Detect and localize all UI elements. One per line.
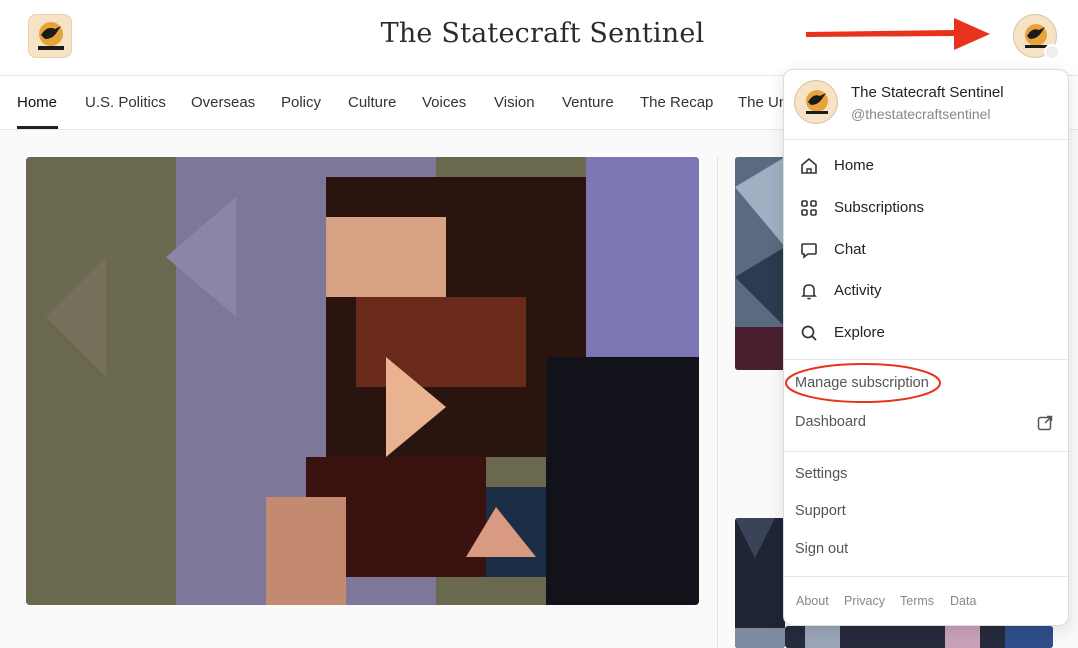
menu-item-activity[interactable]: Activity: [784, 271, 1068, 311]
menu-item-label: Explore: [834, 324, 885, 341]
column-divider: [717, 157, 718, 648]
side-article-image-2[interactable]: [735, 518, 785, 648]
search-icon: [801, 325, 817, 341]
menu-separator: [784, 576, 1068, 577]
menu-item-label: Activity: [834, 282, 882, 299]
nav-active-indicator: [17, 126, 58, 129]
home-icon: [801, 157, 817, 174]
nav-item-overseas[interactable]: Overseas: [191, 94, 255, 111]
account-dropdown-menu: The Statecraft Sentinel @thestatecraftse…: [783, 69, 1069, 626]
avatar-status-badge: [1044, 44, 1060, 60]
nav-item-voices[interactable]: Voices: [422, 94, 466, 111]
menu-item-label: Subscriptions: [834, 199, 925, 216]
nav-item-policy[interactable]: Policy: [281, 94, 321, 111]
menu-profile-name[interactable]: The Statecraft Sentinel: [851, 84, 1004, 101]
site-header: The Statecraft Sentinel: [0, 0, 1078, 76]
menu-item-dashboard[interactable]: Dashboard: [784, 406, 1068, 440]
annotation-arrow: [806, 18, 990, 50]
menu-profile-handle: @thestatecraftsentinel: [851, 106, 991, 122]
nav-item-vision[interactable]: Vision: [494, 94, 535, 111]
menu-profile-avatar[interactable]: [794, 80, 838, 124]
menu-separator: [784, 451, 1068, 452]
annotation-circle: [785, 363, 941, 403]
external-link-icon: [1037, 415, 1053, 431]
footer-link-terms[interactable]: Terms: [900, 594, 934, 608]
menu-item-label: Home: [834, 157, 875, 174]
menu-separator: [784, 359, 1068, 360]
side-article-image-1[interactable]: [735, 157, 785, 370]
menu-item-label: Settings: [795, 466, 848, 482]
menu-item-home[interactable]: Home: [784, 146, 1068, 186]
menu-item-settings[interactable]: Settings: [784, 458, 1068, 492]
menu-item-label: Sign out: [795, 541, 849, 557]
menu-item-subscriptions[interactable]: Subscriptions: [784, 188, 1068, 228]
grid-icon: [801, 200, 817, 216]
nav-item-the-un[interactable]: The Un: [738, 94, 787, 111]
menu-item-explore[interactable]: Explore: [784, 313, 1068, 353]
nav-item-the-recap[interactable]: The Recap: [640, 94, 713, 111]
nav-item-us-politics[interactable]: U.S. Politics: [85, 94, 166, 111]
nav-item-home[interactable]: Home: [17, 94, 57, 111]
menu-item-sign-out[interactable]: Sign out: [784, 533, 1068, 567]
menu-separator: [784, 139, 1068, 140]
footer-link-privacy[interactable]: Privacy: [844, 594, 885, 608]
menu-item-support[interactable]: Support: [784, 495, 1068, 529]
footer-link-about[interactable]: About: [796, 594, 829, 608]
menu-item-label: Dashboard: [795, 414, 866, 430]
featured-article-image[interactable]: [26, 157, 699, 605]
footer-link-data[interactable]: Data: [950, 594, 976, 608]
menu-item-chat[interactable]: Chat: [784, 230, 1068, 270]
side-article-image-2-strip: [785, 626, 1053, 648]
nav-item-venture[interactable]: Venture: [562, 94, 614, 111]
nav-item-culture[interactable]: Culture: [348, 94, 396, 111]
bell-icon: [801, 284, 817, 300]
menu-item-label: Chat: [834, 241, 866, 258]
menu-item-label: Support: [795, 503, 846, 519]
chat-icon: [801, 243, 817, 259]
